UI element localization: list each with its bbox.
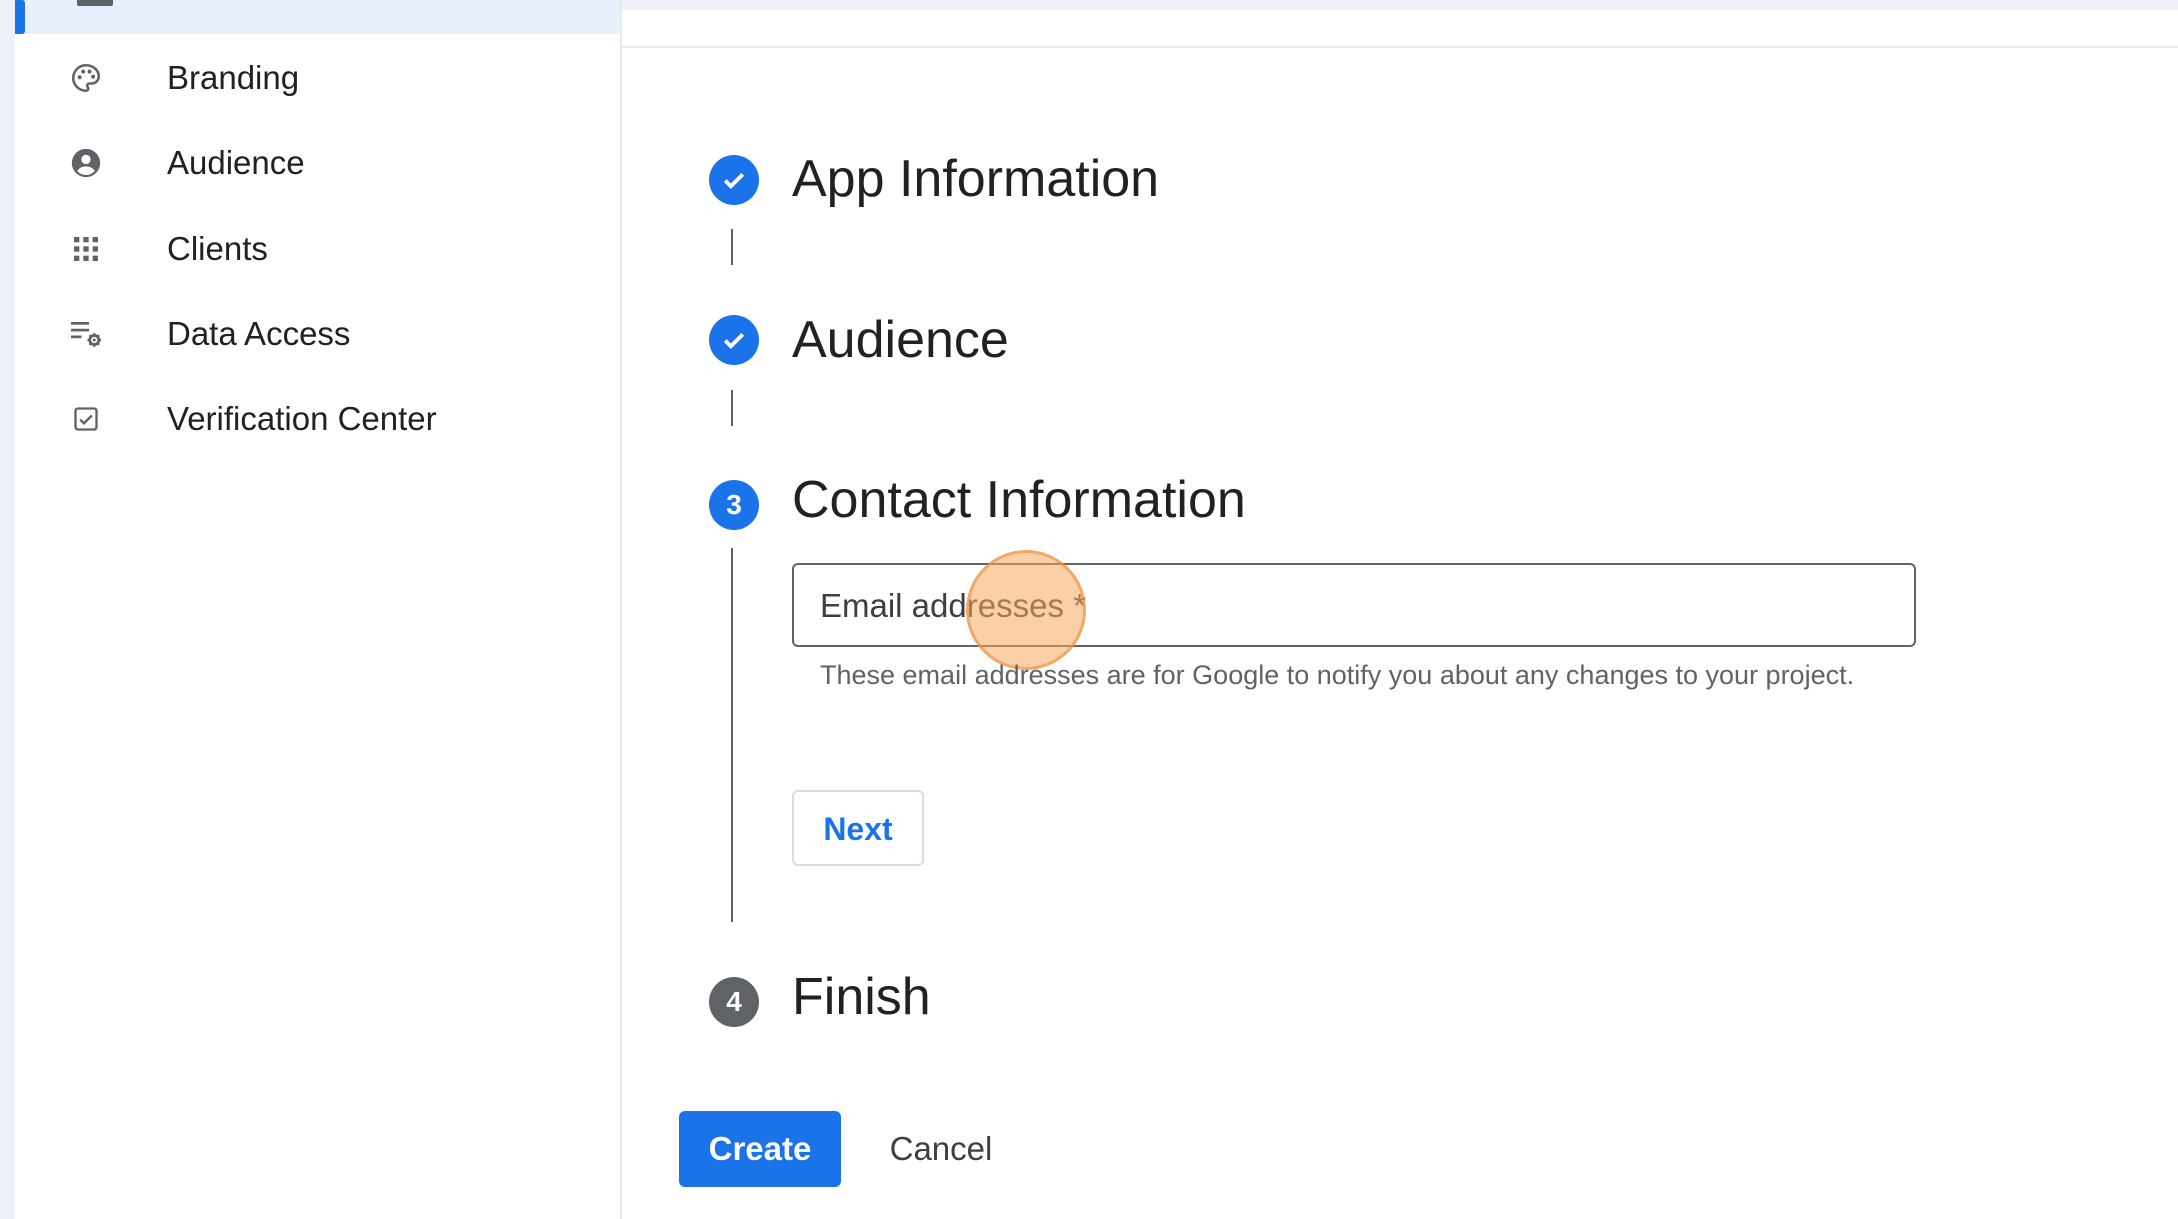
- sidebar-nav: Branding Audience Clients Data Access Ve…: [15, 0, 622, 1219]
- step-title-finish[interactable]: Finish: [792, 967, 931, 1027]
- step-completed-indicator: [709, 315, 759, 365]
- sidebar-item-label: Verification Center: [167, 400, 437, 437]
- sidebar-item-branding[interactable]: Branding: [15, 38, 620, 118]
- palette-icon: [68, 60, 104, 96]
- step-title-contact-information[interactable]: Contact Information: [792, 470, 1246, 530]
- sidebar-item-label: Data Access: [167, 315, 351, 352]
- sidebar-item-label: Branding: [167, 59, 300, 96]
- account-circle-icon: [68, 145, 104, 181]
- next-button[interactable]: Next: [792, 790, 924, 866]
- email-hint-text: These email addresses are for Google to …: [820, 660, 1855, 690]
- sidebar-item-label: Clients: [167, 230, 268, 267]
- check-box-icon: [68, 401, 104, 437]
- list-settings-icon: [68, 316, 104, 352]
- active-indicator: [15, 0, 25, 34]
- email-addresses-label: Email addresses *: [820, 587, 1086, 624]
- header-divider: [622, 46, 2178, 48]
- step-connector: [731, 548, 733, 922]
- step-connector: [731, 229, 733, 265]
- sidebar-item-verification-center[interactable]: Verification Center: [15, 379, 620, 459]
- step-number-indicator: 3: [709, 480, 759, 530]
- main-content: App Information Audience 3 Contact Infor…: [622, 0, 2178, 1219]
- step-title-audience[interactable]: Audience: [792, 310, 1009, 370]
- check-icon: [723, 173, 745, 189]
- header-edge: [622, 0, 2178, 10]
- step-title-app-information[interactable]: App Information: [792, 149, 1159, 209]
- step-connector: [731, 390, 733, 426]
- sidebar-item-data-access[interactable]: Data Access: [15, 294, 620, 374]
- overview-icon: [77, 0, 113, 6]
- window-left-margin: [0, 0, 15, 1219]
- email-addresses-input[interactable]: Email addresses *: [792, 563, 1916, 647]
- cancel-button[interactable]: Cancel: [876, 1111, 1006, 1187]
- step-number-indicator: 4: [709, 977, 759, 1027]
- oauth-consent-setup-screen: Branding Audience Clients Data Access Ve…: [0, 0, 2178, 1219]
- check-icon: [723, 333, 745, 349]
- step-completed-indicator: [709, 155, 759, 205]
- sidebar-item-active-partial[interactable]: [15, 0, 620, 34]
- sidebar-item-label: Audience: [167, 144, 305, 181]
- apps-grid-icon: [68, 231, 104, 267]
- sidebar-item-clients[interactable]: Clients: [15, 209, 620, 289]
- create-button[interactable]: Create: [679, 1111, 841, 1187]
- sidebar-item-audience[interactable]: Audience: [15, 123, 620, 203]
